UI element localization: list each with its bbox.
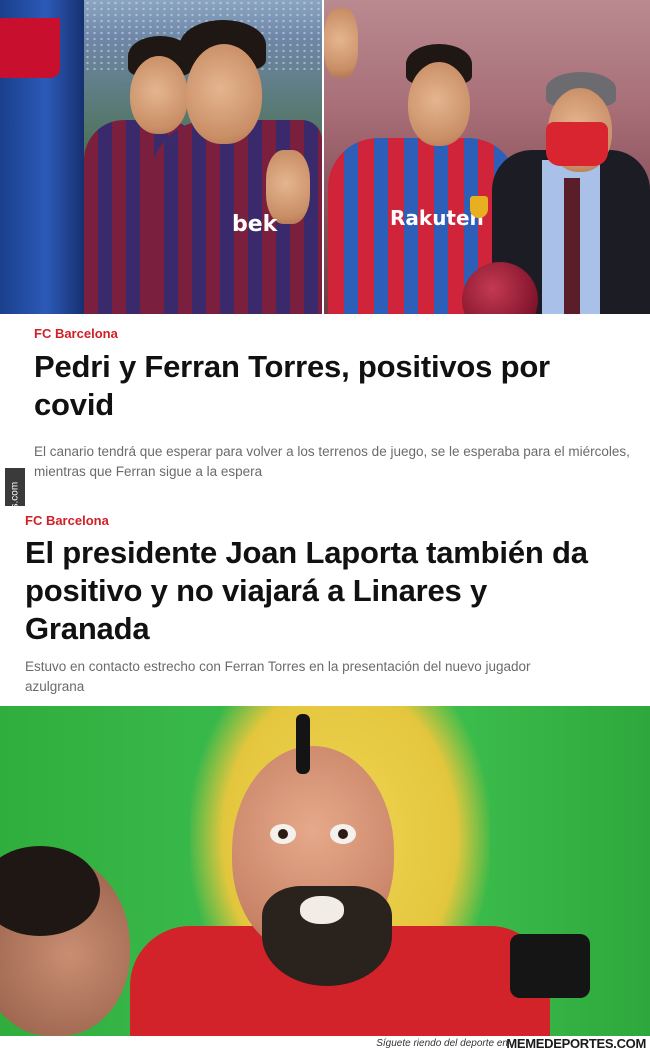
article-2-headline[interactable]: El presidente Joan Laporta también da po… — [25, 534, 615, 648]
article-1-headline[interactable]: Pedri y Ferran Torres, positivos por cov… — [34, 348, 634, 424]
ferran-face — [408, 62, 470, 146]
player-2-face — [186, 44, 262, 144]
club-crest — [470, 196, 488, 218]
open-mouth — [300, 896, 344, 924]
black-wristband — [510, 934, 590, 998]
article-2-kicker[interactable]: FC Barcelona — [25, 513, 109, 528]
laporta-red-mask — [546, 122, 608, 166]
blue-barrier — [0, 0, 84, 314]
pedri-ferran-photo: bek — [0, 0, 322, 314]
footer-brand-link[interactable]: MEMEDEPORTES.COM — [506, 1036, 646, 1051]
footer-bar: Síguete riendo del deporte en MEMEDEPORT… — [0, 1036, 650, 1053]
shirt-sponsor-left: bek — [232, 212, 278, 237]
left-eye — [270, 824, 296, 844]
player-1-face — [130, 56, 188, 134]
ferran-laporta-photo: Rakuten — [324, 0, 650, 314]
article-1-kicker[interactable]: FC Barcelona — [34, 326, 118, 341]
laporta-tie — [564, 178, 580, 314]
footer-tagline: Síguete riendo del deporte en — [376, 1038, 508, 1049]
article-pedri-ferran: FC Barcelona Pedri y Ferran Torres, posi… — [0, 314, 650, 506]
article-2-lead: Estuvo en contacto estrecho con Ferran T… — [25, 659, 531, 694]
ferran-raised-hand — [324, 8, 358, 78]
article-1-lead: El canario tendrá que esperar para volve… — [34, 444, 630, 479]
mohawk-hair — [296, 714, 310, 774]
right-eye — [330, 824, 356, 844]
article-laporta: FC Barcelona El presidente Joan Laporta … — [0, 506, 650, 706]
vidal-reaction-photo — [0, 706, 650, 1036]
